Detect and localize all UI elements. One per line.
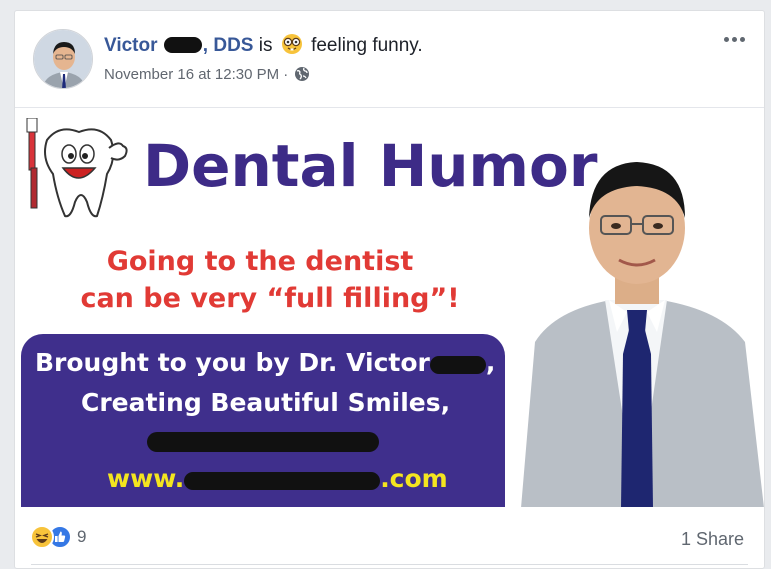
footer-divider [31, 564, 748, 565]
promo-url: www. .com [107, 464, 448, 493]
image-tagline-1: Going to the dentist [106, 246, 414, 277]
reactions-summary[interactable]: 9 [30, 525, 86, 549]
post-meta: November 16 at 12:30 PM · [104, 66, 310, 86]
author-avatar[interactable] [33, 29, 93, 89]
post-image[interactable]: Dental Humor Going to the dentist can be… [15, 107, 764, 507]
promo-banner: Brought to you by Dr. Victor, Creating B… [21, 334, 505, 507]
feeling-text: feeling funny. [311, 35, 423, 56]
post-footer: 9 1 Share [15, 515, 764, 565]
more-dot [739, 36, 745, 42]
author-line: Victor , DDS is feeling funny. [104, 33, 423, 61]
share-count[interactable]: 1 Share [681, 529, 744, 550]
promo-line-1: Brought to you by Dr. Victor, [35, 348, 496, 377]
more-options-button[interactable] [719, 28, 749, 50]
post-card: Victor , DDS is feeling funny. November … [14, 10, 765, 569]
reaction-count: 9 [77, 527, 87, 546]
redaction-mark [184, 472, 381, 490]
redacted-phone-mark [147, 432, 379, 452]
globe-icon[interactable] [294, 66, 310, 86]
more-dot [723, 36, 729, 42]
promo-line-2: Creating Beautiful Smiles, [81, 388, 451, 417]
haha-icon [30, 525, 54, 549]
post-timestamp[interactable]: November 16 at 12:30 PM [104, 66, 279, 83]
dentist-photo [521, 162, 764, 507]
redaction-mark [429, 356, 486, 374]
more-dot [731, 36, 737, 42]
redaction-mark [163, 37, 202, 53]
is-text: is [258, 35, 273, 56]
nerd-face-emoji-icon [281, 33, 303, 61]
post-header: Victor , DDS is feeling funny. November … [15, 11, 764, 107]
author-name[interactable]: Victor , DDS [104, 35, 253, 56]
meta-separator: · [283, 66, 289, 83]
image-tagline-2: can be very “full filling”! [80, 283, 460, 314]
tooth-mascot-illustration [26, 118, 128, 218]
